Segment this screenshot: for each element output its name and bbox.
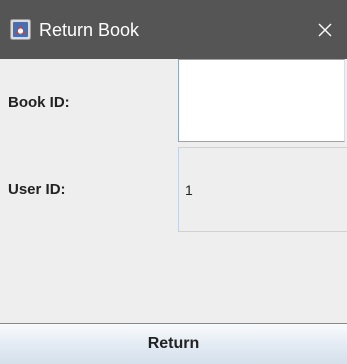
book-id-label: Book ID:: [8, 94, 70, 111]
close-button[interactable]: [303, 0, 347, 59]
window-title: Return Book: [39, 20, 140, 40]
return-button[interactable]: Return: [0, 323, 347, 364]
java-cup-icon: [10, 19, 31, 40]
close-icon: [318, 23, 332, 37]
user-id-label: User ID:: [8, 181, 66, 198]
window-titlebar[interactable]: Return Book: [0, 0, 347, 59]
user-id-value: 1: [185, 181, 193, 198]
book-id-input[interactable]: [178, 59, 345, 142]
user-id-field: 1: [178, 147, 347, 232]
